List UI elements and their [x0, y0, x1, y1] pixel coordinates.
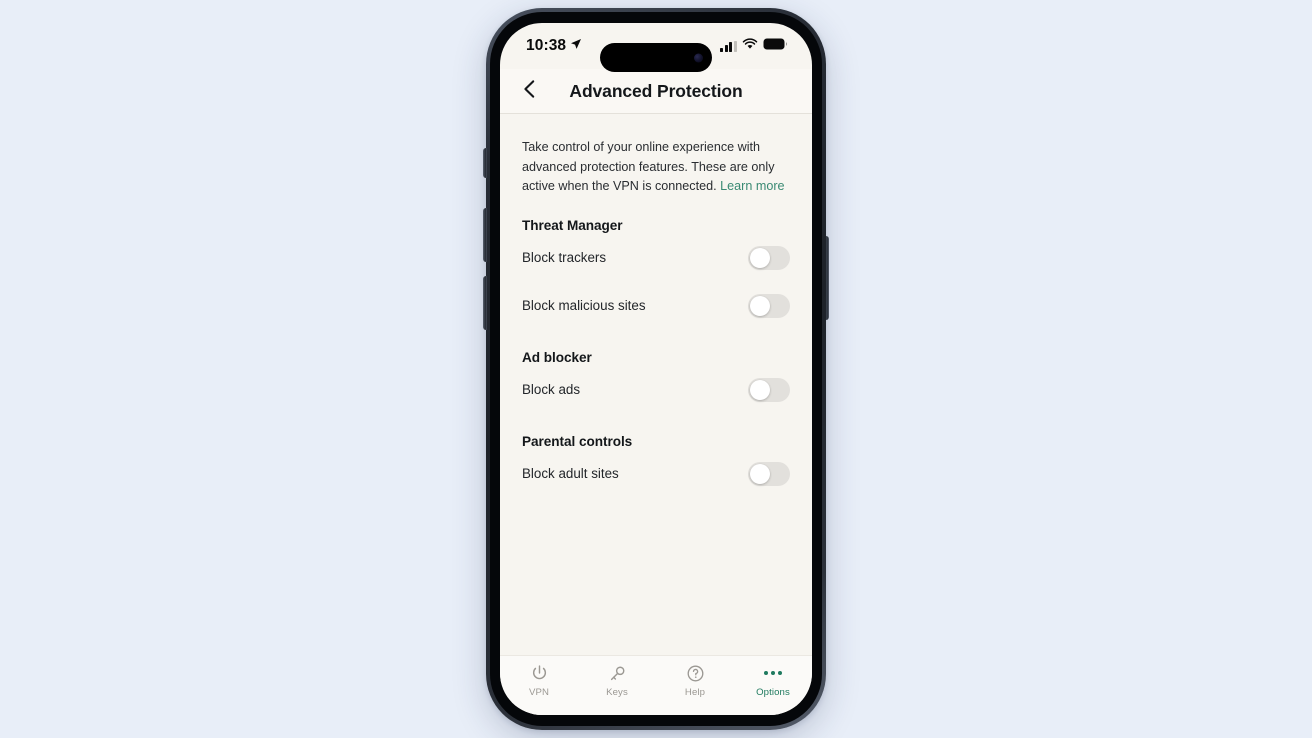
status-time: 10:38: [526, 37, 567, 54]
location-arrow-icon: [570, 37, 582, 55]
navigation-bar: Advanced Protection: [500, 69, 812, 114]
status-indicators: [720, 37, 788, 55]
power-icon: [530, 663, 549, 683]
setting-label-block-malicious-sites: Block malicious sites: [522, 298, 646, 314]
settings-content: Take control of your online experience w…: [500, 114, 812, 665]
phone-bezel: 10:38 Advanced Protection Take control o…: [490, 12, 822, 726]
toggle-knob: [749, 295, 771, 317]
page-title: Advanced Protection: [569, 80, 743, 101]
toggle-knob: [749, 463, 771, 485]
tab-help[interactable]: Help: [656, 663, 734, 698]
toggle-knob: [749, 247, 771, 269]
device-volume-up-button[interactable]: [483, 208, 487, 262]
bottom-tab-bar: VPN Keys Help Options: [500, 655, 812, 715]
toggle-block-malicious-sites[interactable]: [748, 293, 790, 318]
section-header-threat-manager: Threat Manager: [522, 217, 623, 233]
setting-label-block-ads: Block ads: [522, 382, 581, 398]
tab-keys[interactable]: Keys: [578, 663, 656, 698]
section-header-parental-controls: Parental controls: [522, 433, 633, 449]
intro-description: Take control of your online experience w…: [522, 114, 788, 197]
wifi-icon: [742, 37, 758, 55]
device-volume-down-button[interactable]: [483, 276, 487, 330]
setting-label-block-trackers: Block trackers: [522, 250, 607, 266]
setting-label-block-adult-sites: Block adult sites: [522, 466, 619, 482]
front-camera-icon: [694, 53, 703, 62]
tab-vpn[interactable]: VPN: [500, 663, 578, 698]
setting-row-block-trackers[interactable]: Block trackers: [522, 235, 790, 281]
phone-device-frame: 10:38 Advanced Protection Take control o…: [483, 8, 829, 730]
toggle-knob: [749, 379, 771, 401]
chevron-left-icon: [521, 79, 538, 104]
tab-label-help: Help: [684, 687, 706, 698]
question-circle-icon: [686, 663, 705, 683]
toggle-block-trackers[interactable]: [748, 245, 790, 270]
setting-row-block-ads[interactable]: Block ads: [522, 367, 790, 413]
dynamic-island: [600, 43, 712, 72]
toggle-block-ads[interactable]: [748, 377, 790, 402]
setting-row-block-adult-sites[interactable]: Block adult sites: [522, 451, 790, 497]
section-header-ad-blocker: Ad blocker: [522, 349, 592, 365]
back-button[interactable]: [514, 76, 544, 106]
device-power-button[interactable]: [825, 236, 829, 320]
ellipsis-icon: [763, 663, 783, 683]
tab-options[interactable]: Options: [734, 663, 812, 698]
toggle-block-adult-sites[interactable]: [748, 461, 790, 486]
tab-label-keys: Keys: [606, 687, 628, 698]
learn-more-link[interactable]: Learn more: [720, 179, 784, 193]
tab-label-options: Options: [756, 687, 790, 698]
status-time-group: 10:38: [526, 37, 582, 55]
device-action-button[interactable]: [483, 148, 487, 178]
tab-label-vpn: VPN: [528, 687, 550, 698]
key-icon: [608, 663, 627, 683]
cellular-signal-icon: [720, 40, 737, 52]
setting-row-block-malicious-sites[interactable]: Block malicious sites: [522, 283, 790, 329]
battery-full-icon: [763, 37, 788, 55]
phone-screen: 10:38 Advanced Protection Take control o…: [500, 23, 812, 715]
